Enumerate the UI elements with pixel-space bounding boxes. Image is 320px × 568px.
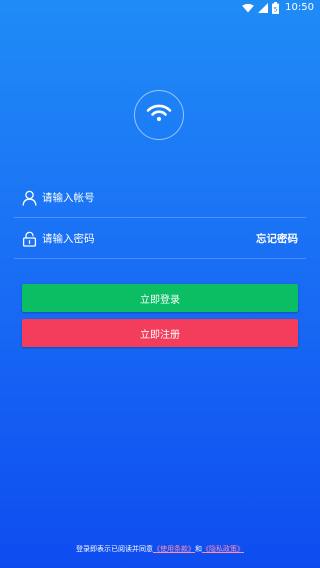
- forgot-password-link[interactable]: 忘记密码: [256, 231, 298, 246]
- status-bar: 5 10:50: [0, 0, 320, 16]
- agreement-prefix: 登录即表示已阅读并同意: [76, 545, 153, 553]
- status-icons: 5 10:50: [242, 1, 314, 15]
- battery-icon: 5: [272, 2, 280, 14]
- register-button-label: 立即注册: [140, 329, 180, 341]
- wifi-icon: [146, 103, 172, 127]
- password-input[interactable]: [42, 229, 242, 249]
- svg-text:5: 5: [274, 7, 278, 14]
- password-row: 忘记密码: [14, 219, 306, 259]
- agreement-conjunction: 和: [195, 545, 202, 553]
- login-button[interactable]: 立即登录: [22, 284, 298, 312]
- status-time: 10:50: [285, 2, 314, 13]
- privacy-link[interactable]: 《隐私政策》: [202, 545, 244, 553]
- agreement-text: 登录即表示已阅读并同意《使用条款》和《隐私政策》: [0, 544, 320, 554]
- login-screen: 5 10:50 请输入帐号 忘记密码 立即登录 立即注册 登录即表示已阅读并同意…: [0, 0, 320, 568]
- account-row: [14, 178, 306, 218]
- lock-icon: [22, 231, 37, 247]
- app-logo: [134, 90, 184, 140]
- wifi-icon: [242, 3, 254, 13]
- login-button-label: 立即登录: [140, 294, 180, 306]
- terms-link[interactable]: 《使用条款》: [153, 545, 195, 553]
- register-button[interactable]: 立即注册: [22, 319, 298, 347]
- signal-icon: [258, 3, 269, 13]
- user-icon: [22, 190, 37, 206]
- account-input[interactable]: [42, 188, 242, 208]
